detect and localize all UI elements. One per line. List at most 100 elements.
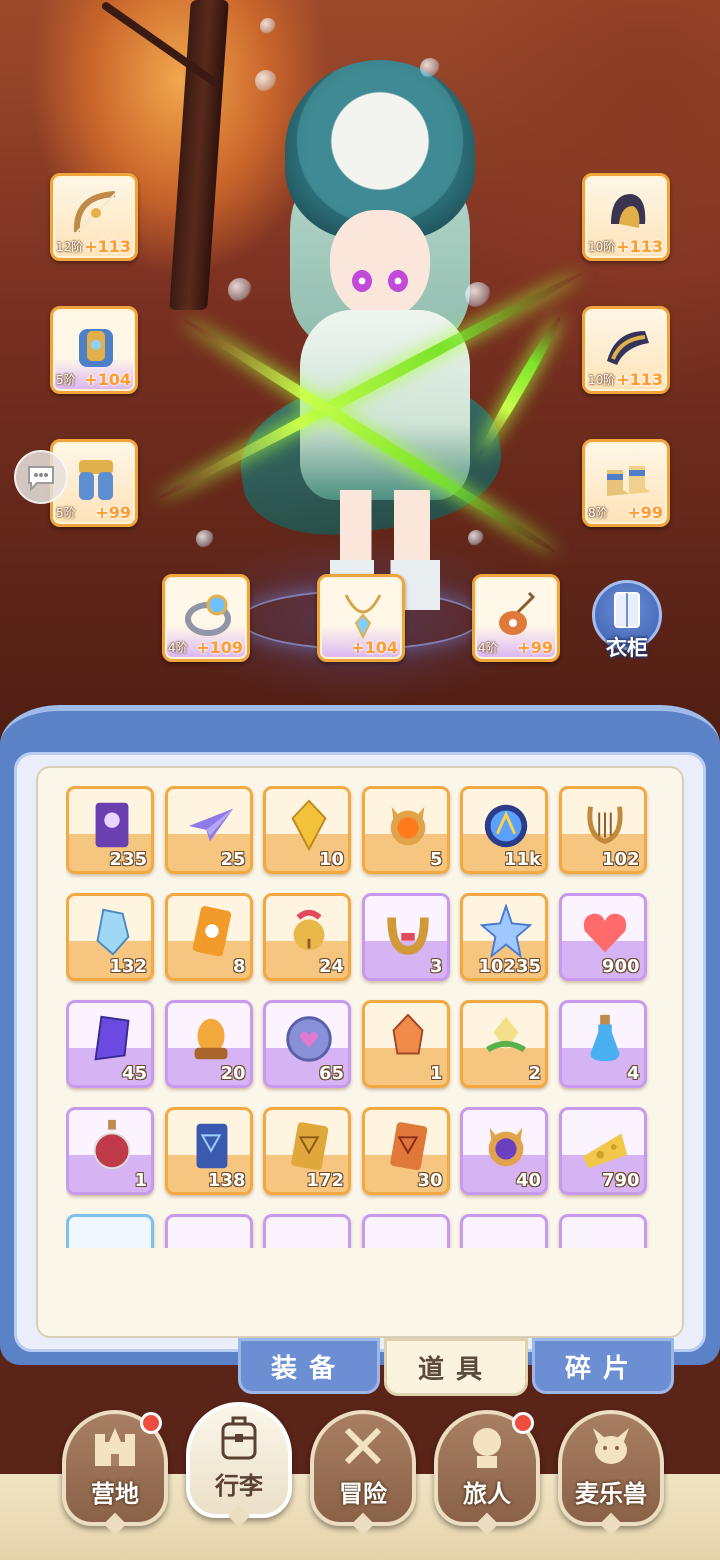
heart-icon [576,904,634,960]
wardrobe-button[interactable]: 衣柜 [590,580,664,662]
partial-item-icon [83,1225,141,1248]
item-count: 172 [306,1170,344,1191]
bow-icon [67,184,125,242]
inventory-item[interactable]: 45 [66,1000,154,1088]
inventory-item[interactable]: 20 [164,1000,253,1088]
inventory-item[interactable]: 11k [460,786,548,874]
tab-items[interactable]: 道具 [384,1338,528,1396]
inventory-item[interactable]: 8 [164,893,253,981]
inventory-item[interactable] [164,1214,253,1248]
nav-label: 冒险 [339,1480,387,1508]
nav-camp[interactable]: 营地 [62,1410,168,1536]
inventory-item[interactable]: 235 [66,786,154,874]
item-count: 40 [515,1170,541,1191]
bubble-effect [420,58,440,78]
inventory-grid: 235 25 10 5 11k 102 132 8 24 3 10235 900 45 20 65 1 2 4 1 1… [66,786,660,1248]
cheese-icon [576,1118,634,1174]
nav-adventure[interactable]: 冒险 [310,1410,416,1536]
equip-bonus: +113 [616,237,663,256]
inventory-item[interactable]: 172 [263,1107,351,1195]
equip-slot-weapon[interactable]: 12阶 +113 [50,173,138,261]
equip-tier: 5阶 [56,373,76,387]
bell-icon [280,904,338,960]
equip-bonus: +104 [351,638,398,657]
equip-slot-necklace[interactable]: +104 [317,574,405,662]
inventory-scroll-area[interactable]: 235 25 10 5 11k 102 132 8 24 3 10235 900 45 20 65 1 2 4 1 1… [66,786,660,1248]
equip-bonus: +109 [196,638,243,657]
inventory-item[interactable]: 102 [558,786,647,874]
equip-bonus: +99 [517,638,553,657]
chat-button[interactable] [14,450,68,504]
crystal-orb-icon [477,797,535,853]
purple-gem-icon [83,1011,141,1067]
equip-tier: 12阶 [56,240,84,254]
equip-slot-boots[interactable]: 8阶 +99 [582,439,670,527]
tree-trunk [169,0,229,310]
paper-plane-icon [182,797,240,853]
inventory-item[interactable]: 4 [558,1000,647,1088]
equip-slot-helmet[interactable]: 10阶 +113 [582,173,670,261]
inventory-item[interactable]: 10235 [460,893,548,981]
inventory-item[interactable]: 138 [164,1107,253,1195]
equip-bonus: +113 [616,370,663,389]
tab-fragments[interactable]: 碎片 [532,1338,674,1394]
star-crystal-icon [477,904,535,960]
blue-card-icon [182,1118,240,1174]
ice-crystal-icon [83,904,141,960]
inventory-item[interactable]: 900 [558,893,647,981]
charm-icon [489,585,547,643]
inventory-item[interactable]: 30 [361,1107,450,1195]
inventory-item[interactable] [460,1214,548,1248]
inventory-item[interactable] [263,1214,351,1248]
bubble-effect [228,278,252,302]
item-count: 138 [207,1170,246,1191]
gauntlet-icon [599,317,657,375]
nav-luggage[interactable]: 行李 [186,1402,292,1528]
equip-tier: 10阶 [588,240,616,254]
partial-item-icon [280,1225,338,1248]
item-count: 8 [232,956,246,977]
notification-badge [140,1412,162,1434]
tab-equipment[interactable]: 装备 [238,1338,380,1394]
helmet-icon [599,184,657,242]
equip-tier: 5阶 [56,506,76,520]
equip-tier: 10阶 [588,373,616,387]
inventory-item[interactable]: 25 [164,786,253,874]
inventory-item[interactable]: 1 [66,1107,154,1195]
inventory-item[interactable]: 3 [361,893,450,981]
equip-slot-charm[interactable]: 4阶 +99 [472,574,560,662]
crossed-swords-icon [339,1422,387,1470]
bubble-effect [260,18,276,34]
nav-traveler[interactable]: 旅人 [434,1410,540,1536]
inventory-item[interactable]: 5 [361,786,450,874]
castle-icon [91,1422,139,1470]
item-count: 102 [601,849,640,870]
leg-armor-icon [67,450,125,508]
amber-egg-icon [182,1011,240,1067]
inventory-item[interactable] [558,1214,647,1248]
inventory-item[interactable]: 24 [263,893,351,981]
inventory-item[interactable]: 10 [263,786,351,874]
inventory-item[interactable] [66,1214,154,1248]
player-character[interactable] [230,60,530,620]
inventory-item[interactable] [361,1214,450,1248]
necklace-icon [334,585,392,643]
nav-pet[interactable]: 麦乐兽 [558,1410,664,1536]
equip-slot-gauntlet[interactable]: 10阶 +113 [582,306,670,394]
equip-slot-armor[interactable]: 5阶 +104 [50,306,138,394]
equip-bonus: +113 [84,237,131,256]
inventory-item[interactable]: 1 [361,1000,450,1088]
equip-tier: 8阶 [588,506,608,520]
gold-card-icon [280,1118,338,1174]
inventory-item[interactable]: 790 [558,1107,647,1195]
ticket-icon [83,797,141,853]
item-count: 3 [429,956,443,977]
inventory-item[interactable]: 40 [460,1107,548,1195]
item-count: 2 [528,1063,541,1084]
inventory-item[interactable]: 132 [66,893,154,981]
inventory-item[interactable]: 2 [460,1000,548,1088]
equip-slot-ring[interactable]: 4阶 +109 [162,574,250,662]
inventory-item[interactable]: 65 [263,1000,351,1088]
horseshoe-icon [379,904,437,960]
nature-crystal-icon [477,1011,535,1067]
